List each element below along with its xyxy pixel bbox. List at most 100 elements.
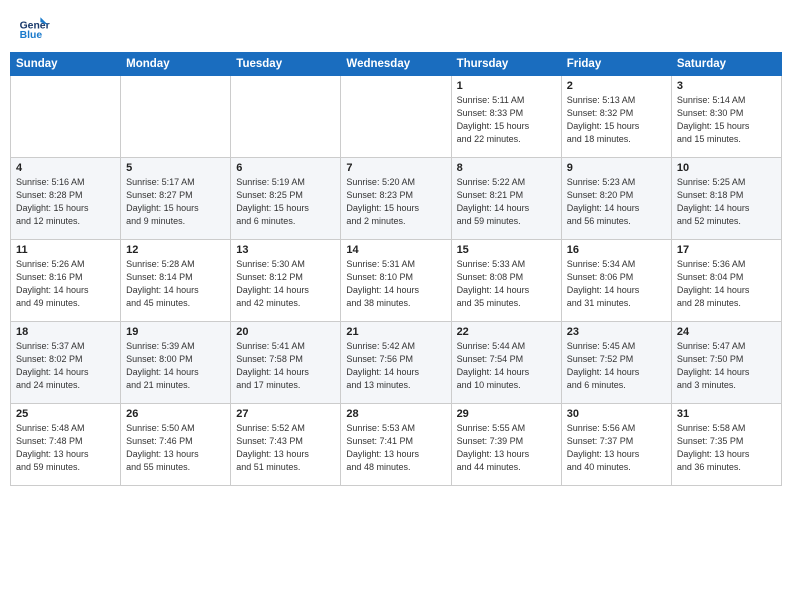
calendar-week-2: 4Sunrise: 5:16 AMSunset: 8:28 PMDaylight… xyxy=(11,158,782,240)
day-info: Sunrise: 5:55 AMSunset: 7:39 PMDaylight:… xyxy=(457,422,556,474)
day-info: Sunrise: 5:28 AMSunset: 8:14 PMDaylight:… xyxy=(126,258,225,310)
calendar-cell: 11Sunrise: 5:26 AMSunset: 8:16 PMDayligh… xyxy=(11,240,121,322)
calendar-cell: 24 Sunrise: 5:47 AMSunset: 7:50 PMDayligh… xyxy=(671,322,781,404)
day-info: Sunrise: 5:41 AMSunset: 7:58 PMDaylight:… xyxy=(236,340,335,392)
calendar-cell xyxy=(341,76,451,158)
day-number: 24 xyxy=(677,326,776,338)
day-number: 19 xyxy=(126,326,225,338)
header: General Blue xyxy=(0,0,792,52)
calendar-cell: 25Sunrise: 5:48 AMSunset: 7:48 PMDayligh… xyxy=(11,404,121,486)
day-info: Sunrise: 5:14 AMSunset: 8:30 PMDaylight:… xyxy=(677,94,776,146)
day-number: 14 xyxy=(346,244,445,256)
day-info: Sunrise: 5:17 AMSunset: 8:27 PMDaylight:… xyxy=(126,176,225,228)
day-number: 13 xyxy=(236,244,335,256)
weekday-header-saturday: Saturday xyxy=(671,53,781,76)
calendar-table: SundayMondayTuesdayWednesdayThursdayFrid… xyxy=(10,52,782,486)
day-info: Sunrise: 5:47 AMSunset: 7:50 PMDaylight:… xyxy=(677,340,776,392)
calendar-week-5: 25Sunrise: 5:48 AMSunset: 7:48 PMDayligh… xyxy=(11,404,782,486)
calendar-cell: 13 Sunrise: 5:30 AMSunset: 8:12 PMDayligh… xyxy=(231,240,341,322)
calendar-cell: 30Sunrise: 5:56 AMSunset: 7:37 PMDayligh… xyxy=(561,404,671,486)
day-info: Sunrise: 5:25 AMSunset: 8:18 PMDaylight:… xyxy=(677,176,776,228)
day-number: 1 xyxy=(457,80,556,92)
calendar-cell: 16 Sunrise: 5:34 AMSunset: 8:06 PMDayligh… xyxy=(561,240,671,322)
calendar-cell: 9 Sunrise: 5:23 AMSunset: 8:20 PMDaylight… xyxy=(561,158,671,240)
day-info: Sunrise: 5:11 AMSunset: 8:33 PMDaylight:… xyxy=(457,94,556,146)
day-number: 27 xyxy=(236,408,335,420)
day-info: Sunrise: 5:48 AMSunset: 7:48 PMDaylight:… xyxy=(16,422,115,474)
calendar-cell: 19Sunrise: 5:39 AMSunset: 8:00 PMDayligh… xyxy=(121,322,231,404)
day-info: Sunrise: 5:22 AMSunset: 8:21 PMDaylight:… xyxy=(457,176,556,228)
calendar-cell: 26 Sunrise: 5:50 AMSunset: 7:46 PMDayligh… xyxy=(121,404,231,486)
day-info: Sunrise: 5:37 AMSunset: 8:02 PMDaylight:… xyxy=(16,340,115,392)
logo-icon: General Blue xyxy=(18,14,50,46)
calendar: SundayMondayTuesdayWednesdayThursdayFrid… xyxy=(0,52,792,612)
day-info: Sunrise: 5:13 AMSunset: 8:32 PMDaylight:… xyxy=(567,94,666,146)
day-number: 10 xyxy=(677,162,776,174)
day-number: 6 xyxy=(236,162,335,174)
calendar-cell: 3 Sunrise: 5:14 AMSunset: 8:30 PMDaylight… xyxy=(671,76,781,158)
calendar-cell: 4Sunrise: 5:16 AMSunset: 8:28 PMDaylight… xyxy=(11,158,121,240)
calendar-cell: 7Sunrise: 5:20 AMSunset: 8:23 PMDaylight… xyxy=(341,158,451,240)
calendar-cell: 12Sunrise: 5:28 AMSunset: 8:14 PMDayligh… xyxy=(121,240,231,322)
day-info: Sunrise: 5:19 AMSunset: 8:25 PMDaylight:… xyxy=(236,176,335,228)
calendar-cell: 1 Sunrise: 5:11 AMSunset: 8:33 PMDaylight… xyxy=(451,76,561,158)
day-info: Sunrise: 5:36 AMSunset: 8:04 PMDaylight:… xyxy=(677,258,776,310)
logo: General Blue xyxy=(18,14,50,46)
calendar-cell: 31Sunrise: 5:58 AMSunset: 7:35 PMDayligh… xyxy=(671,404,781,486)
calendar-cell: 22 Sunrise: 5:44 AMSunset: 7:54 PMDayligh… xyxy=(451,322,561,404)
day-number: 5 xyxy=(126,162,225,174)
svg-text:Blue: Blue xyxy=(20,30,43,41)
day-number: 11 xyxy=(16,244,115,256)
calendar-week-1: 1 Sunrise: 5:11 AMSunset: 8:33 PMDaylight… xyxy=(11,76,782,158)
day-number: 22 xyxy=(457,326,556,338)
day-number: 3 xyxy=(677,80,776,92)
calendar-cell: 10 Sunrise: 5:25 AMSunset: 8:18 PMDayligh… xyxy=(671,158,781,240)
day-info: Sunrise: 5:56 AMSunset: 7:37 PMDaylight:… xyxy=(567,422,666,474)
day-info: Sunrise: 5:30 AMSunset: 8:12 PMDaylight:… xyxy=(236,258,335,310)
day-info: Sunrise: 5:33 AMSunset: 8:08 PMDaylight:… xyxy=(457,258,556,310)
day-number: 29 xyxy=(457,408,556,420)
day-info: Sunrise: 5:23 AMSunset: 8:20 PMDaylight:… xyxy=(567,176,666,228)
calendar-cell: 15 Sunrise: 5:33 AMSunset: 8:08 PMDayligh… xyxy=(451,240,561,322)
day-number: 21 xyxy=(346,326,445,338)
calendar-cell: 28 Sunrise: 5:53 AMSunset: 7:41 PMDayligh… xyxy=(341,404,451,486)
calendar-cell: 27Sunrise: 5:52 AMSunset: 7:43 PMDayligh… xyxy=(231,404,341,486)
calendar-cell: 18 Sunrise: 5:37 AMSunset: 8:02 PMDayligh… xyxy=(11,322,121,404)
day-number: 18 xyxy=(16,326,115,338)
weekday-header-thursday: Thursday xyxy=(451,53,561,76)
day-info: Sunrise: 5:50 AMSunset: 7:46 PMDaylight:… xyxy=(126,422,225,474)
calendar-cell xyxy=(121,76,231,158)
weekday-row: SundayMondayTuesdayWednesdayThursdayFrid… xyxy=(11,53,782,76)
day-number: 23 xyxy=(567,326,666,338)
day-number: 26 xyxy=(126,408,225,420)
day-number: 2 xyxy=(567,80,666,92)
day-number: 9 xyxy=(567,162,666,174)
calendar-body: 1 Sunrise: 5:11 AMSunset: 8:33 PMDaylight… xyxy=(11,76,782,486)
day-info: Sunrise: 5:20 AMSunset: 8:23 PMDaylight:… xyxy=(346,176,445,228)
calendar-cell: 23Sunrise: 5:45 AMSunset: 7:52 PMDayligh… xyxy=(561,322,671,404)
calendar-header: SundayMondayTuesdayWednesdayThursdayFrid… xyxy=(11,53,782,76)
day-number: 8 xyxy=(457,162,556,174)
weekday-header-sunday: Sunday xyxy=(11,53,121,76)
weekday-header-friday: Friday xyxy=(561,53,671,76)
calendar-cell xyxy=(231,76,341,158)
day-number: 20 xyxy=(236,326,335,338)
calendar-cell: 2 Sunrise: 5:13 AMSunset: 8:32 PMDaylight… xyxy=(561,76,671,158)
day-info: Sunrise: 5:44 AMSunset: 7:54 PMDaylight:… xyxy=(457,340,556,392)
calendar-cell: 21 Sunrise: 5:42 AMSunset: 7:56 PMDayligh… xyxy=(341,322,451,404)
calendar-cell xyxy=(11,76,121,158)
day-info: Sunrise: 5:34 AMSunset: 8:06 PMDaylight:… xyxy=(567,258,666,310)
day-info: Sunrise: 5:53 AMSunset: 7:41 PMDaylight:… xyxy=(346,422,445,474)
weekday-header-tuesday: Tuesday xyxy=(231,53,341,76)
day-info: Sunrise: 5:16 AMSunset: 8:28 PMDaylight:… xyxy=(16,176,115,228)
day-number: 15 xyxy=(457,244,556,256)
day-number: 28 xyxy=(346,408,445,420)
weekday-header-monday: Monday xyxy=(121,53,231,76)
calendar-cell: 8 Sunrise: 5:22 AMSunset: 8:21 PMDaylight… xyxy=(451,158,561,240)
calendar-cell: 20 Sunrise: 5:41 AMSunset: 7:58 PMDayligh… xyxy=(231,322,341,404)
calendar-week-4: 18 Sunrise: 5:37 AMSunset: 8:02 PMDayligh… xyxy=(11,322,782,404)
day-number: 16 xyxy=(567,244,666,256)
calendar-cell: 14Sunrise: 5:31 AMSunset: 8:10 PMDayligh… xyxy=(341,240,451,322)
weekday-header-wednesday: Wednesday xyxy=(341,53,451,76)
day-info: Sunrise: 5:42 AMSunset: 7:56 PMDaylight:… xyxy=(346,340,445,392)
